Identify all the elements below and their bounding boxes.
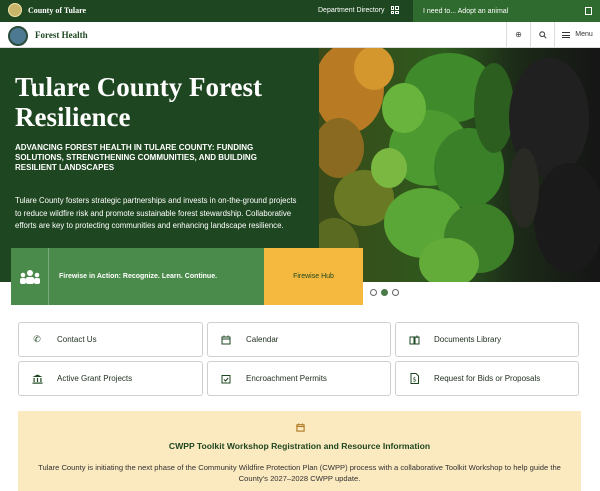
globe-icon: ⊕ <box>515 30 522 39</box>
quick-link-label: Request for Bids or Proposals <box>434 374 541 383</box>
translate-button[interactable]: ⊕ <box>506 22 530 47</box>
search-button[interactable] <box>530 22 554 47</box>
hero-title: Tulare County Forest Resilience <box>15 72 263 132</box>
ineed-label: I need to... Adopt an animal <box>423 7 509 15</box>
utility-bar: County of Tulare Department Directory I … <box>0 0 600 22</box>
expand-icon <box>585 7 592 15</box>
calendar-icon <box>296 423 305 434</box>
hero-body: Tulare County fosters strategic partners… <box>15 196 297 231</box>
quick-link-label: Calendar <box>246 335 279 344</box>
firewise-callout: Firewise in Action: Recognize. Learn. Co… <box>11 248 264 305</box>
quick-link-contact-us[interactable]: ✆ Contact Us <box>18 322 203 357</box>
svg-text:$: $ <box>412 377 416 384</box>
menu-button[interactable]: Menu <box>554 22 600 47</box>
quick-link-encroachment-permits[interactable]: Encroachment Permits <box>207 361 391 396</box>
carousel-dots <box>370 289 399 296</box>
notice-title[interactable]: CWPP Toolkit Workshop Registration and R… <box>18 441 581 451</box>
firewise-callout-text: Firewise in Action: Recognize. Learn. Co… <box>59 273 218 280</box>
book-icon <box>408 334 420 346</box>
header-tools: ⊕ Menu <box>506 22 600 47</box>
bank-icon <box>31 373 43 385</box>
quick-link-label: Active Grant Projects <box>57 374 133 383</box>
hero-text-panel: Tulare County Forest Resilience ADVANCIN… <box>0 48 319 282</box>
ineed-dropdown[interactable]: I need to... Adopt an animal <box>413 0 600 22</box>
quick-link-active-grant-projects[interactable]: Active Grant Projects <box>18 361 203 396</box>
calendar-icon <box>220 334 232 346</box>
phone-icon: ✆ <box>33 334 41 344</box>
carousel-dot-3[interactable] <box>392 289 399 296</box>
forest-health-seal-icon[interactable] <box>8 26 28 46</box>
department-directory-label: Department Directory <box>318 6 385 14</box>
document-dollar-icon: $ <box>408 373 420 385</box>
grid-icon <box>390 6 399 14</box>
menu-label: Menu <box>575 31 593 38</box>
county-home-link[interactable]: County of Tulare <box>8 3 86 17</box>
quick-link-documents-library[interactable]: Documents Library <box>395 322 579 357</box>
quick-link-label: Contact Us <box>57 335 97 344</box>
forest-aerial-image <box>319 48 600 282</box>
county-name: County of Tulare <box>28 5 87 15</box>
quick-links-grid: ✆ Contact Us Calendar Documents Library … <box>18 322 579 396</box>
site-header: Forest Health ⊕ Menu <box>0 22 600 48</box>
quick-link-request-for-bids[interactable]: $ Request for Bids or Proposals <box>395 361 579 396</box>
hamburger-icon <box>562 31 571 38</box>
check-calendar-icon <box>220 373 232 385</box>
search-icon <box>538 30 547 39</box>
notice-body: Tulare County is initiating the next pha… <box>38 463 561 483</box>
firewise-hub-label: Firewise Hub <box>293 273 334 280</box>
county-seal-icon <box>8 3 22 17</box>
quick-link-calendar[interactable]: Calendar <box>207 322 391 357</box>
hero-section: Tulare County Forest Resilience ADVANCIN… <box>0 48 600 282</box>
quick-link-label: Documents Library <box>434 335 502 344</box>
hero-subtitle: ADVANCING FOREST HEALTH IN TULARE COUNTY… <box>15 143 257 172</box>
carousel-dot-1[interactable] <box>370 289 377 296</box>
site-title[interactable]: Forest Health <box>35 30 88 40</box>
department-directory-link[interactable]: Department Directory <box>318 6 399 14</box>
cwpp-notice-panel: CWPP Toolkit Workshop Registration and R… <box>18 411 581 491</box>
carousel-dot-2[interactable] <box>381 289 388 296</box>
quick-link-label: Encroachment Permits <box>246 374 327 383</box>
firewise-hub-button[interactable]: Firewise Hub <box>264 248 363 305</box>
community-icon <box>11 248 49 305</box>
